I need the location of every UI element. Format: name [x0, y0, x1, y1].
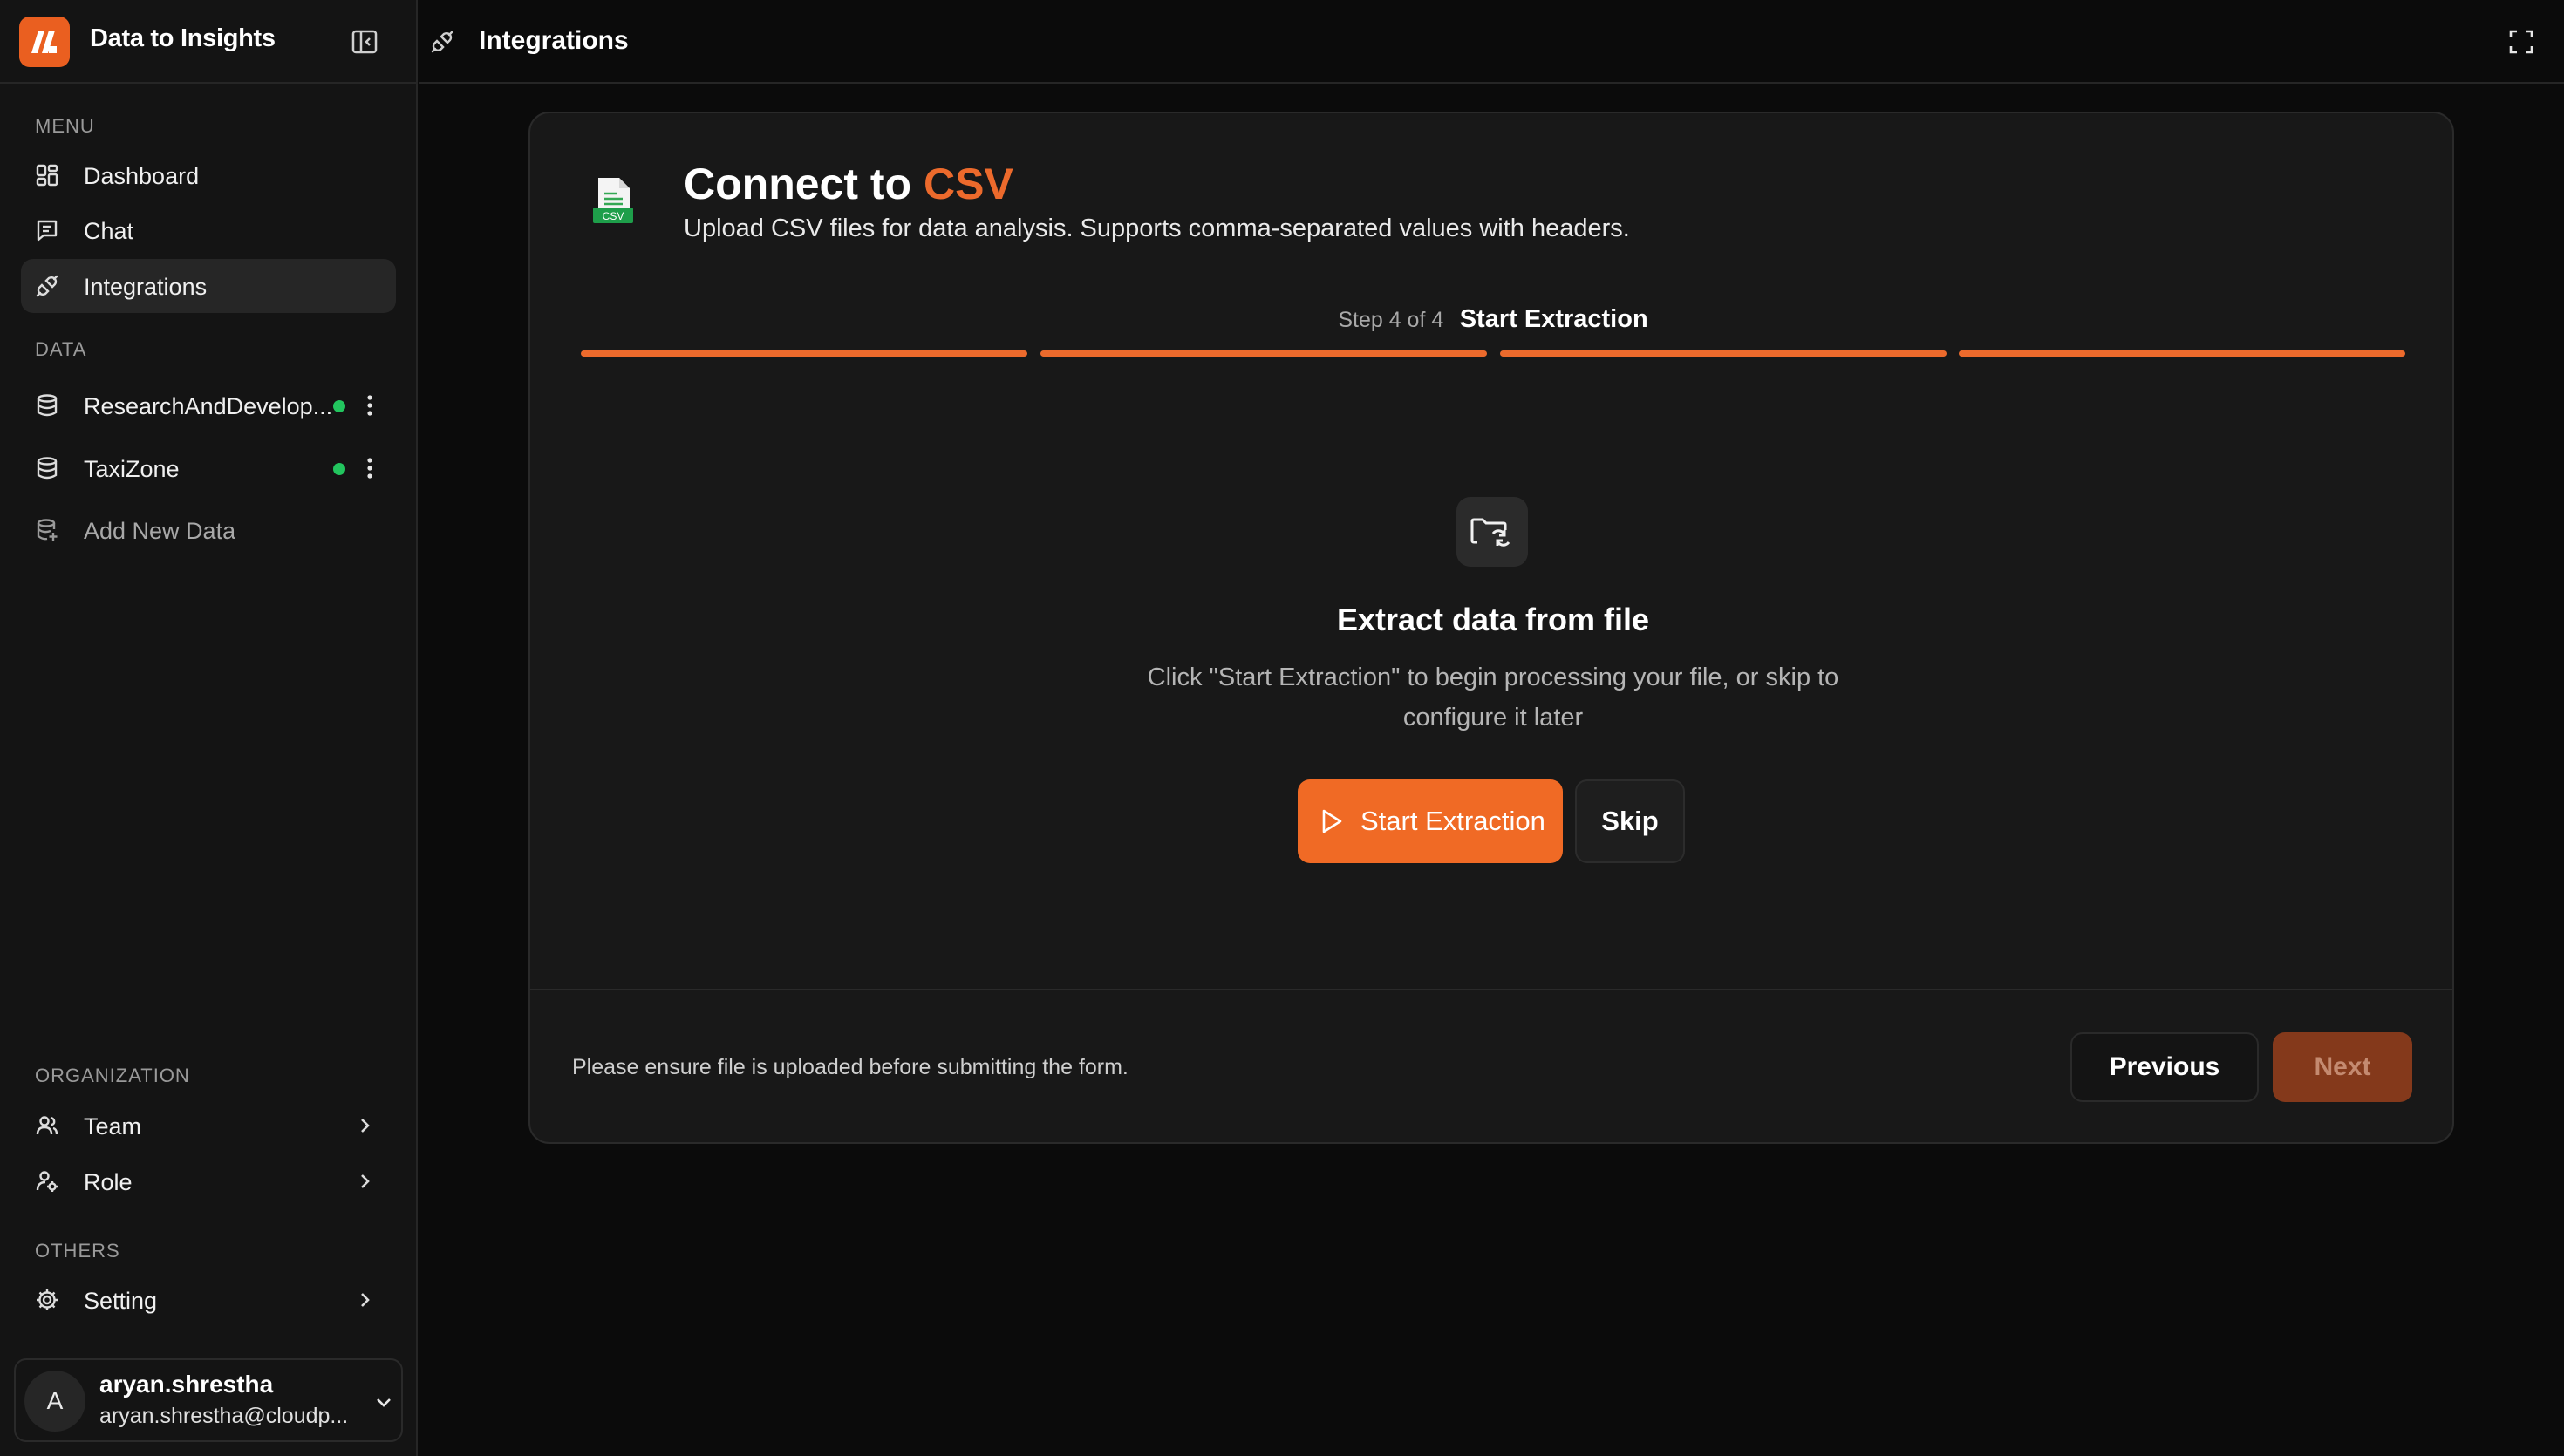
organization-section-label: ORGANIZATION [35, 1065, 190, 1086]
step-name: Start Extraction [1459, 305, 1648, 333]
status-online-indicator [333, 463, 345, 475]
more-options-icon[interactable] [359, 454, 380, 482]
data-section-label: DATA [35, 338, 87, 360]
extract-description: Click "Start Extraction" to begin proces… [1147, 663, 1839, 731]
avatar: A [24, 1371, 85, 1432]
plug-icon [430, 30, 454, 54]
start-extraction-button[interactable]: Start Extraction [1298, 779, 1563, 863]
gear-icon [35, 1288, 59, 1312]
database-icon [35, 393, 59, 418]
app-logo-icon [19, 17, 70, 67]
chevron-right-icon [354, 1289, 375, 1310]
chevron-right-icon [354, 1115, 375, 1136]
chevron-right-icon [354, 1171, 375, 1192]
sidebar-item-data-source[interactable]: ResearchAndDevelop... [21, 378, 396, 432]
user-role-icon [35, 1169, 59, 1194]
app-root: Data to Insights MENU Dashboard Chat Int… [0, 0, 2564, 1456]
sidebar-item-label: Team [84, 1113, 142, 1140]
step-count: Step 4 of 4 [1338, 308, 1444, 332]
status-online-indicator [333, 400, 345, 412]
sidebar-item-dashboard[interactable]: Dashboard [21, 148, 396, 202]
dashboard-icon [35, 163, 59, 187]
csv-badge-text: CSV [603, 210, 624, 222]
others-section-label: OTHERS [35, 1240, 120, 1262]
step-progress-bar [581, 350, 2405, 357]
users-icon [35, 1113, 59, 1138]
page-title: Integrations [479, 26, 629, 55]
sidebar-item-label: TaxiZone [84, 456, 180, 482]
user-name: aryan.shrestha [99, 1371, 274, 1398]
sidebar-item-label: Role [84, 1169, 133, 1195]
start-extraction-label: Start Extraction [1360, 806, 1545, 836]
progress-segment [1040, 350, 1487, 357]
sidebar-item-role[interactable]: Role [21, 1154, 396, 1208]
user-email: aryan.shrestha@cloudp... [99, 1404, 349, 1428]
sidebar-item-label: Setting [84, 1288, 158, 1314]
step-indicator: Step 4 of 4 Start Extraction [530, 305, 2456, 334]
app-title: Data to Insights [90, 24, 276, 52]
folder-sync-icon [1456, 497, 1528, 567]
sidebar-item-team[interactable]: Team [21, 1099, 396, 1153]
collapse-sidebar-button[interactable] [349, 26, 380, 58]
fullscreen-icon[interactable] [2508, 29, 2534, 55]
sidebar-item-integrations[interactable]: Integrations [21, 259, 396, 313]
chevron-down-icon [373, 1391, 394, 1412]
user-account-menu[interactable]: A aryan.shrestha aryan.shrestha@cloudp..… [14, 1358, 403, 1442]
sidebar-item-setting[interactable]: Setting [21, 1273, 396, 1327]
card-divider [530, 989, 2452, 990]
csv-file-icon: CSV [591, 176, 635, 225]
sidebar-item-label: Add New Data [84, 518, 236, 544]
sidebar-item-chat[interactable]: Chat [21, 203, 396, 257]
progress-segment [1500, 350, 1947, 357]
footer-note: Please ensure file is uploaded before su… [572, 1055, 1129, 1079]
sidebar-item-label: Chat [84, 218, 134, 244]
skip-button[interactable]: Skip [1575, 779, 1685, 863]
more-options-icon[interactable] [359, 391, 380, 419]
menu-section-label: MENU [35, 115, 95, 137]
add-new-data-button[interactable]: Add New Data [21, 503, 396, 557]
database-icon [35, 456, 59, 480]
sidebar-item-label: Integrations [84, 274, 208, 300]
connect-csv-card: CSV Connect to CSV Upload CSV files for … [528, 112, 2454, 1144]
sidebar-item-data-source[interactable]: TaxiZone [21, 441, 396, 495]
sidebar-item-label: Dashboard [84, 163, 200, 189]
connect-title-prefix: Connect to [684, 160, 924, 208]
play-icon [1319, 807, 1345, 835]
connect-title-accent: CSV [923, 160, 1013, 208]
top-bar: Integrations [419, 0, 2564, 84]
chat-icon [35, 218, 59, 242]
brand-header: Data to Insights [0, 0, 418, 84]
database-add-icon [35, 518, 59, 542]
progress-segment [581, 350, 1027, 357]
sidebar: Data to Insights MENU Dashboard Chat Int… [0, 0, 418, 1456]
extract-title: Extract data from file [1336, 602, 1650, 637]
next-button[interactable]: Next [2273, 1032, 2412, 1102]
previous-button[interactable]: Previous [2070, 1032, 2259, 1102]
connect-description: Upload CSV files for data analysis. Supp… [684, 214, 1630, 242]
connect-title: Connect to CSV [684, 159, 1013, 209]
plug-icon [35, 274, 59, 298]
progress-segment [1959, 350, 2405, 357]
sidebar-item-label: ResearchAndDevelop... [84, 393, 333, 419]
